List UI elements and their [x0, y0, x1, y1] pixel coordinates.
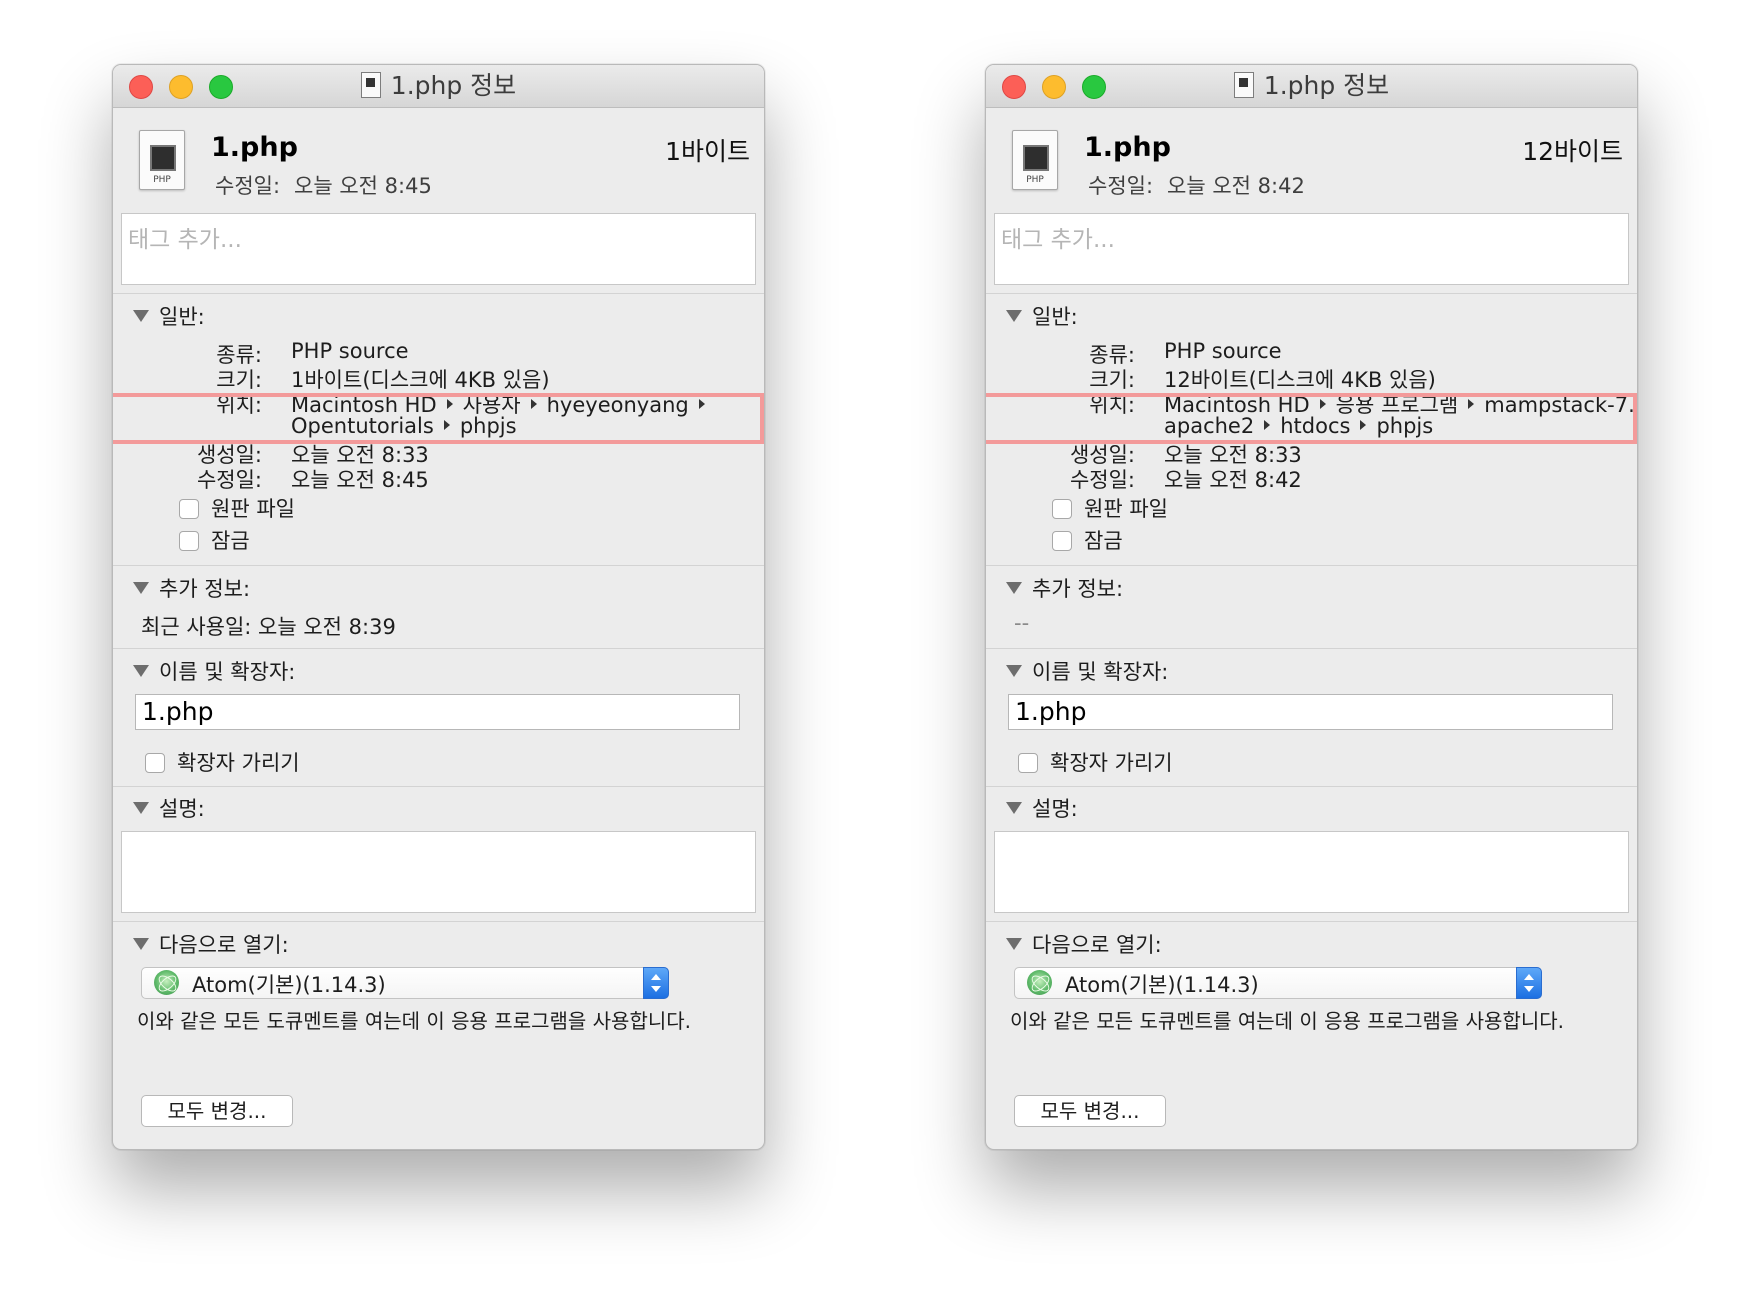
modified-row: 수정일: 오늘 오전 8:42 — [1069, 468, 1302, 492]
created-row: 생성일: 오늘 오전 8:33 — [1069, 443, 1302, 467]
atom-icon — [1027, 970, 1052, 995]
disclosure-triangle-icon[interactable] — [133, 582, 149, 594]
locked-checkbox[interactable] — [179, 531, 199, 551]
location-highlight-box — [113, 393, 764, 444]
more-info-section-toggle[interactable]: 추가 정보: — [1006, 573, 1123, 603]
hide-ext-checkbox-row[interactable]: 확장자 가리기 — [145, 747, 300, 777]
divider — [986, 648, 1637, 649]
created-row: 생성일: 오늘 오전 8:33 — [196, 443, 429, 467]
document-icon — [360, 72, 381, 98]
file-header: PHP 1.php 12바이트 수정일: 오늘 오전 8:42 — [986, 108, 1637, 216]
popup-stepper-icon[interactable] — [643, 967, 669, 999]
change-all-button[interactable]: 모두 변경... — [1014, 1095, 1166, 1127]
info-window-left: 1.php 정보 PHP 1.php 1바이트 수정일: 오늘 오전 8:45 태… — [112, 64, 765, 1150]
size-row: 크기: 12바이트(디스크에 4KB 있음) — [1089, 368, 1436, 392]
stationery-checkbox[interactable] — [1052, 499, 1072, 519]
window-title: 1.php 정보 — [986, 65, 1637, 107]
open-with-section-toggle[interactable]: 다음으로 열기: — [133, 929, 289, 959]
document-icon — [1233, 72, 1254, 98]
file-name: 1.php — [1084, 132, 1171, 163]
name-ext-input[interactable]: 1.php — [135, 694, 740, 730]
disclosure-triangle-icon[interactable] — [1006, 665, 1022, 677]
file-size: 12바이트 — [1522, 137, 1623, 166]
php-file-icon[interactable]: PHP — [139, 130, 185, 190]
tags-field[interactable]: 태그 추가... — [994, 213, 1629, 285]
divider — [986, 786, 1637, 787]
name-ext-section-toggle[interactable]: 이름 및 확장자: — [1006, 656, 1168, 686]
title-bar[interactable]: 1.php 정보 — [113, 65, 764, 108]
locked-checkbox[interactable] — [1052, 531, 1072, 551]
name-ext-section-toggle[interactable]: 이름 및 확장자: — [133, 656, 295, 686]
file-name: 1.php — [211, 132, 298, 163]
divider — [113, 921, 764, 922]
kind-row: 종류: PHP source — [216, 339, 409, 367]
last-opened: 최근 사용일: 오늘 오전 8:39 — [141, 615, 396, 639]
tags-field[interactable]: 태그 추가... — [121, 213, 756, 285]
kind-row: 종류: PHP source — [1089, 339, 1282, 367]
window-title: 1.php 정보 — [113, 65, 764, 107]
hide-ext-checkbox-row[interactable]: 확장자 가리기 — [1018, 747, 1173, 777]
divider — [113, 565, 764, 566]
divider — [113, 786, 764, 787]
disclosure-triangle-icon[interactable] — [133, 938, 149, 950]
info-window-right: 1.php 정보 PHP 1.php 12바이트 수정일: 오늘 오전 8:42 … — [985, 64, 1638, 1150]
hide-extension-checkbox[interactable] — [1018, 753, 1038, 773]
disclosure-triangle-icon[interactable] — [133, 802, 149, 814]
header-modified: 수정일: 오늘 오전 8:45 — [215, 174, 432, 198]
open-with-note: 이와 같은 모든 도큐멘트를 여는데 이 응용 프로그램을 사용합니다. — [1010, 1009, 1565, 1033]
open-with-popup[interactable]: Atom(기본)(1.14.3) — [141, 967, 669, 999]
divider — [986, 293, 1637, 294]
divider — [986, 921, 1637, 922]
comments-textarea[interactable] — [121, 831, 756, 913]
change-all-button[interactable]: 모두 변경... — [141, 1095, 293, 1127]
open-with-popup[interactable]: Atom(기본)(1.14.3) — [1014, 967, 1542, 999]
disclosure-triangle-icon[interactable] — [1006, 582, 1022, 594]
php-file-icon[interactable]: PHP — [1012, 130, 1058, 190]
header-modified: 수정일: 오늘 오전 8:42 — [1088, 174, 1305, 198]
comments-section-toggle[interactable]: 설명: — [133, 793, 205, 823]
more-info-section-toggle[interactable]: 추가 정보: — [133, 573, 250, 603]
locked-checkbox-row[interactable]: 잠금 — [179, 525, 250, 555]
locked-checkbox-row[interactable]: 잠금 — [1052, 525, 1123, 555]
stationery-checkbox-row[interactable]: 원판 파일 — [1052, 493, 1168, 523]
file-header: PHP 1.php 1바이트 수정일: 오늘 오전 8:45 — [113, 108, 764, 216]
general-section-toggle[interactable]: 일반: — [1006, 301, 1078, 331]
disclosure-triangle-icon[interactable] — [133, 665, 149, 677]
stationery-checkbox-row[interactable]: 원판 파일 — [179, 493, 295, 523]
size-row: 크기: 1바이트(디스크에 4KB 있음) — [216, 368, 550, 392]
disclosure-triangle-icon[interactable] — [133, 310, 149, 322]
divider — [986, 565, 1637, 566]
atom-icon — [154, 970, 179, 995]
modified-row: 수정일: 오늘 오전 8:45 — [196, 468, 429, 492]
divider — [113, 293, 764, 294]
disclosure-triangle-icon[interactable] — [1006, 938, 1022, 950]
popup-stepper-icon[interactable] — [1516, 967, 1542, 999]
title-bar[interactable]: 1.php 정보 — [986, 65, 1637, 108]
open-with-note: 이와 같은 모든 도큐멘트를 여는데 이 응용 프로그램을 사용합니다. — [137, 1009, 692, 1033]
disclosure-triangle-icon[interactable] — [1006, 802, 1022, 814]
divider — [113, 648, 764, 649]
open-with-section-toggle[interactable]: 다음으로 열기: — [1006, 929, 1162, 959]
file-size: 1바이트 — [665, 137, 750, 166]
last-opened: -- — [1014, 611, 1030, 635]
comments-textarea[interactable] — [994, 831, 1629, 913]
hide-extension-checkbox[interactable] — [145, 753, 165, 773]
disclosure-triangle-icon[interactable] — [1006, 310, 1022, 322]
location-highlight-box — [986, 393, 1637, 444]
general-section-toggle[interactable]: 일반: — [133, 301, 205, 331]
stationery-checkbox[interactable] — [179, 499, 199, 519]
name-ext-input[interactable]: 1.php — [1008, 694, 1613, 730]
comments-section-toggle[interactable]: 설명: — [1006, 793, 1078, 823]
